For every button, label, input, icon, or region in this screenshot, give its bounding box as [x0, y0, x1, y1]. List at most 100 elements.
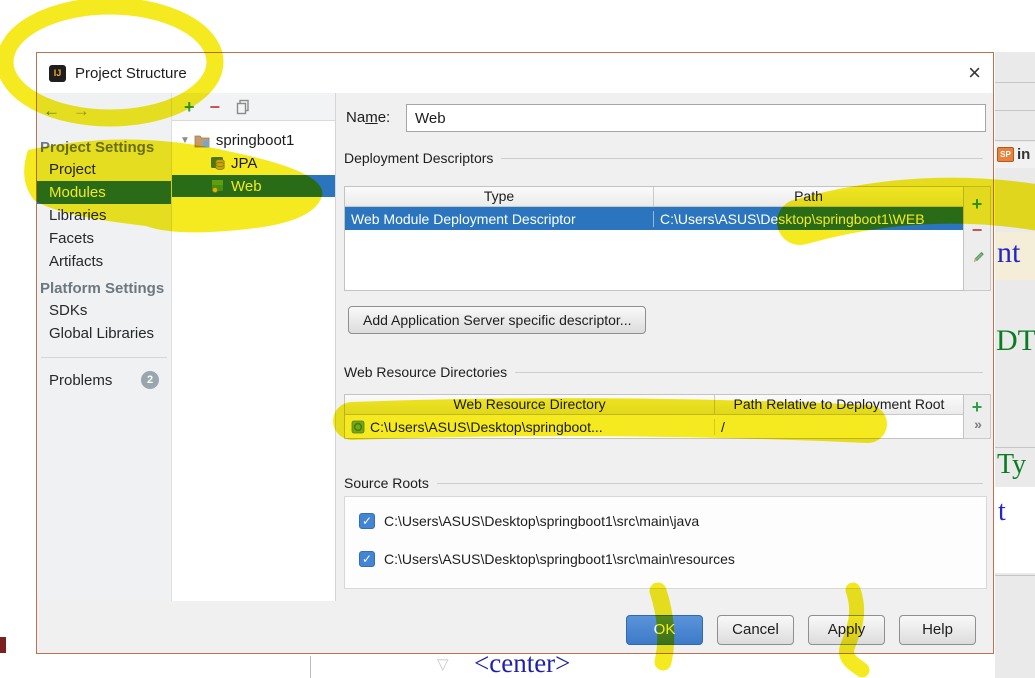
- bg-code-fragment: t: [998, 496, 1006, 527]
- sidebar-item-artifacts[interactable]: Artifacts: [37, 250, 171, 273]
- dialog-titlebar: IJ Project Structure ×: [37, 53, 993, 93]
- column-header-web-resource-directory: Web Resource Directory: [453, 396, 606, 412]
- bg-code-fragment: Ty: [997, 449, 1027, 480]
- tree-row-springboot1[interactable]: ▼ springboot1: [172, 129, 335, 151]
- project-folder-icon: [194, 133, 211, 148]
- column-header-type: Type: [483, 188, 515, 204]
- more-actions-icon[interactable]: »: [974, 416, 982, 432]
- table-row-web-resource[interactable]: C:\Users\ASUS\Desktop\springboot... /: [345, 415, 963, 438]
- bg-error-stripe: [0, 637, 6, 653]
- close-icon[interactable]: ×: [968, 62, 981, 84]
- sidebar-item-project[interactable]: Project: [37, 158, 171, 181]
- web-resource-directory-path: C:\Users\ASUS\Desktop\springboot...: [370, 418, 603, 435]
- source-roots-box: ✓ C:\Users\ASUS\Desktop\springboot1\src\…: [344, 496, 987, 589]
- table-row-deployment-descriptor[interactable]: Web Module Deployment Descriptor C:\User…: [345, 207, 963, 230]
- source-root-path: C:\Users\ASUS\Desktop\springboot1\src\ma…: [384, 513, 700, 529]
- module-settings-panel: Name: Deployment Descriptors Type Path W…: [336, 93, 993, 601]
- web-resource-directory-cell: C:\Users\ASUS\Desktop\springboot...: [345, 419, 714, 435]
- bg-tab-label: in: [1017, 146, 1031, 163]
- web-resource-toolbar: + »: [964, 394, 991, 439]
- tree-item-label: Web: [231, 177, 262, 195]
- checkbox-java-source[interactable]: ✓: [359, 513, 375, 529]
- deployment-descriptors-section: Deployment Descriptors: [344, 150, 983, 166]
- source-roots-section: Source Roots: [344, 475, 983, 491]
- remove-descriptor-icon[interactable]: −: [972, 221, 983, 239]
- sidebar-item-modules[interactable]: Modules: [37, 181, 171, 204]
- name-label: Name:: [346, 109, 391, 126]
- tree-toolbar: + −: [172, 93, 335, 121]
- section-rule: [436, 482, 983, 484]
- module-name-input[interactable]: [406, 104, 986, 132]
- settings-sidebar: ← → Project Settings Project Modules Lib…: [37, 93, 172, 601]
- checkbox-resources-source[interactable]: ✓: [359, 551, 375, 567]
- dialog-footer: OK Cancel Apply Help: [37, 601, 993, 653]
- tree-row-jpa[interactable]: JPA: [172, 152, 335, 174]
- dialog-title: Project Structure: [75, 64, 187, 82]
- bg-code-fragment: DT: [996, 324, 1035, 357]
- fold-marker-icon: ▽: [437, 656, 449, 673]
- bg-divider: [995, 140, 1035, 141]
- jpa-facet-icon: [210, 155, 226, 171]
- help-button[interactable]: Help: [899, 615, 976, 645]
- problems-count-badge: 2: [141, 371, 159, 389]
- source-root-row: ✓ C:\Users\ASUS\Desktop\springboot1\src\…: [359, 511, 986, 531]
- intellij-logo-icon: IJ: [49, 64, 66, 82]
- column-header-path-relative: Path Relative to Deployment Root: [714, 395, 963, 414]
- sidebar-item-global-libraries[interactable]: Global Libraries: [37, 322, 171, 345]
- add-app-server-descriptor-button[interactable]: Add Application Server specific descript…: [348, 306, 647, 334]
- source-root-row: ✓ C:\Users\ASUS\Desktop\springboot1\src\…: [359, 549, 986, 569]
- sidebar-item-problems[interactable]: Problems 2: [37, 368, 171, 392]
- add-module-icon[interactable]: +: [184, 98, 195, 116]
- web-folder-icon: [351, 420, 365, 434]
- screen: SP in nt DT Ty t ▽ <center> IJ Project S…: [0, 0, 1035, 678]
- bg-divider: [995, 82, 1035, 83]
- project-structure-dialog: IJ Project Structure × ← → Project Setti…: [36, 52, 994, 654]
- section-rule: [501, 157, 983, 159]
- sidebar-divider: [41, 357, 167, 358]
- bg-divider: [995, 447, 1035, 448]
- table-header: Type Path: [345, 187, 963, 207]
- bg-code-fragment: nt: [997, 236, 1021, 269]
- add-web-resource-icon[interactable]: +: [972, 398, 983, 416]
- sidebar-item-facets[interactable]: Facets: [37, 227, 171, 250]
- ok-button[interactable]: OK: [626, 615, 703, 645]
- deployment-descriptors-title: Deployment Descriptors: [344, 150, 494, 166]
- tree-row-web[interactable]: Web: [172, 175, 335, 197]
- tree-root-label: springboot1: [215, 131, 295, 149]
- descriptor-type-cell: Web Module Deployment Descriptor: [351, 210, 576, 227]
- back-arrow-icon[interactable]: ←: [43, 101, 60, 120]
- web-resource-directories-table: Web Resource Directory Path Relative to …: [344, 394, 964, 439]
- history-nav: ← →: [37, 93, 171, 121]
- deployment-descriptors-table: Type Path Web Module Deployment Descript…: [344, 186, 964, 291]
- dialog-body: ← → Project Settings Project Modules Lib…: [37, 93, 993, 601]
- table-header: Web Resource Directory Path Relative to …: [345, 395, 963, 415]
- section-header-platform-settings: Platform Settings: [40, 280, 165, 297]
- bg-divider: [995, 110, 1035, 111]
- source-roots-title: Source Roots: [344, 475, 429, 491]
- edit-pencil-icon[interactable]: [970, 249, 985, 264]
- descriptor-path-cell: C:\Users\ASUS\Desktop\springboot1\WEB: [653, 210, 963, 227]
- cancel-button[interactable]: Cancel: [717, 615, 794, 645]
- source-root-path: C:\Users\ASUS\Desktop\springboot1\src\ma…: [384, 551, 735, 567]
- path-relative-cell: /: [714, 418, 963, 435]
- forward-arrow-icon[interactable]: →: [73, 101, 90, 120]
- remove-module-icon[interactable]: −: [210, 98, 221, 116]
- section-rule: [515, 371, 983, 373]
- web-facet-icon: [210, 178, 226, 194]
- bg-gutter-line: [310, 656, 311, 678]
- expand-arrow-icon[interactable]: ▼: [180, 135, 190, 146]
- section-header-project-settings: Project Settings: [40, 139, 155, 156]
- add-descriptor-icon[interactable]: +: [972, 195, 983, 213]
- bg-divider: [995, 575, 1035, 576]
- problems-label: Problems: [49, 371, 113, 389]
- copy-module-icon[interactable]: [235, 99, 251, 115]
- tree-item-label: JPA: [231, 154, 258, 172]
- column-header-path: Path: [653, 187, 963, 206]
- web-resource-directories-title: Web Resource Directories: [344, 364, 508, 380]
- apply-button[interactable]: Apply: [808, 615, 885, 645]
- sidebar-item-libraries[interactable]: Libraries: [37, 204, 171, 227]
- web-resource-directories-section: Web Resource Directories: [344, 364, 983, 380]
- jsp-file-icon: SP: [997, 147, 1014, 162]
- deployment-toolbar: + −: [964, 186, 991, 291]
- sidebar-item-sdks[interactable]: SDKs: [37, 299, 171, 322]
